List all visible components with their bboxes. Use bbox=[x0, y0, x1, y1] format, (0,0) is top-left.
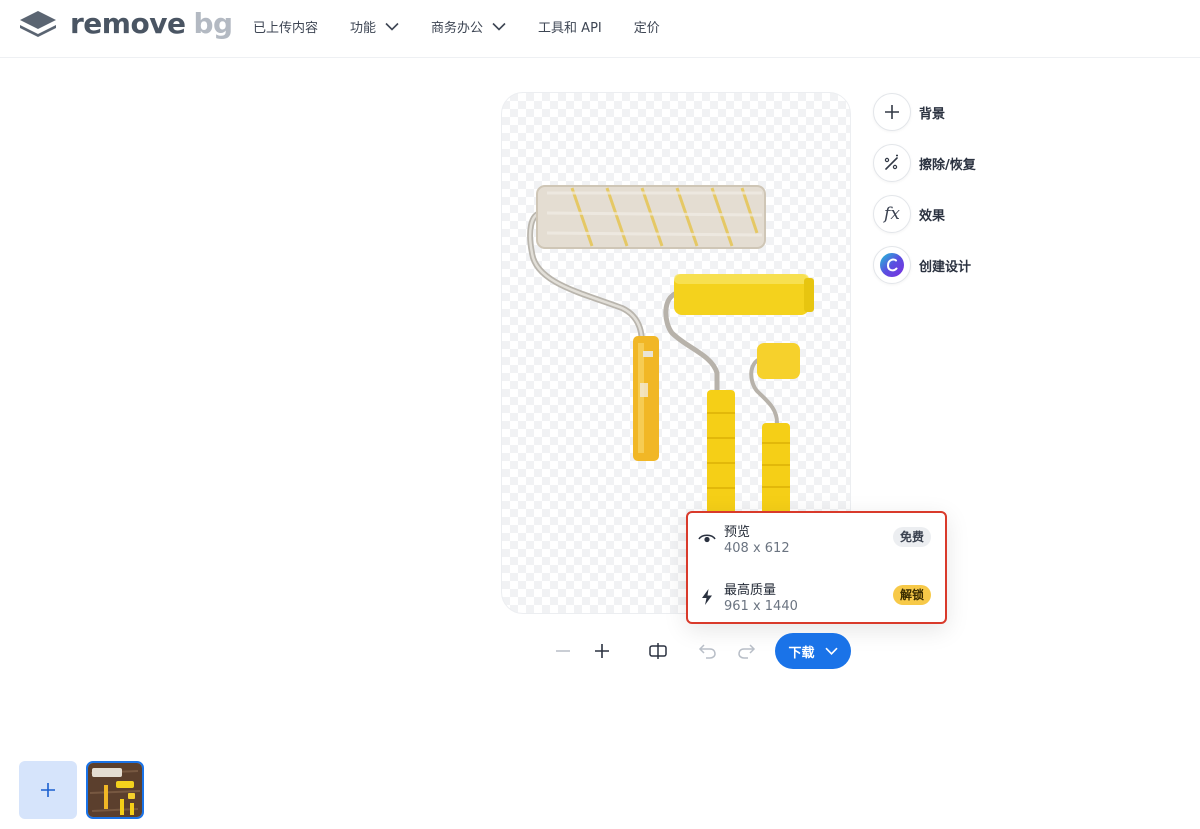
download-label: 下载 bbox=[788, 645, 815, 661]
max-quality-size: 961 x 1440 bbox=[724, 599, 798, 614]
main-nav: 已上传内容 功能 商务办公 工具和 API 定价 bbox=[253, 0, 692, 52]
zoom-out-button[interactable] bbox=[551, 639, 575, 663]
nav-business-label: 商务办公 bbox=[431, 20, 484, 36]
plus-icon bbox=[595, 644, 609, 658]
chevron-down-icon bbox=[824, 647, 838, 655]
small-roller bbox=[749, 343, 800, 518]
add-background-circle bbox=[873, 93, 911, 131]
preview-title: 预览 bbox=[724, 525, 751, 540]
chevron-down-icon bbox=[385, 22, 399, 31]
background-label: 背景 bbox=[919, 106, 946, 122]
plus-icon bbox=[885, 105, 899, 119]
download-button[interactable]: 下载 bbox=[775, 633, 851, 669]
undo-icon bbox=[698, 644, 716, 659]
nav-uploads-label: 已上传内容 bbox=[253, 20, 319, 36]
erase-restore-circle bbox=[873, 144, 911, 182]
zoom-in-button[interactable] bbox=[590, 639, 614, 663]
effects-label: 效果 bbox=[919, 208, 946, 224]
brand-logo[interactable]: remove bg bbox=[18, 9, 233, 39]
create-design-button[interactable]: 创建设计 bbox=[873, 245, 976, 285]
download-max-quality-option[interactable]: 最高质量 961 x 1440 解锁 bbox=[688, 575, 945, 627]
compare-button[interactable] bbox=[646, 639, 670, 663]
side-tools-panel: 背景 擦除/恢复 fx 效果 创建设计 bbox=[873, 92, 976, 296]
redo-icon bbox=[738, 644, 756, 659]
magic-brush-icon bbox=[884, 154, 898, 170]
brand-name-part1: remove bbox=[70, 7, 186, 40]
canva-logo-icon bbox=[880, 253, 904, 277]
max-quality-title: 最高质量 bbox=[724, 583, 777, 598]
minus-icon bbox=[556, 650, 570, 652]
nav-features-label: 功能 bbox=[350, 20, 377, 36]
create-design-circle bbox=[873, 246, 911, 284]
compare-icon bbox=[649, 643, 667, 659]
plus-icon bbox=[41, 783, 55, 797]
top-header: remove bg 已上传内容 功能 商务办公 工具和 API 定价 bbox=[0, 0, 1200, 58]
free-badge: 免费 bbox=[892, 527, 931, 547]
erase-restore-button[interactable]: 擦除/恢复 bbox=[873, 143, 976, 183]
eye-icon bbox=[698, 534, 716, 543]
nav-tools-api[interactable]: 工具和 API bbox=[538, 17, 602, 36]
nav-features[interactable]: 功能 bbox=[350, 17, 399, 36]
nav-tools-api-label: 工具和 API bbox=[538, 20, 602, 36]
upload-new-image-button[interactable] bbox=[19, 761, 77, 819]
erase-restore-label: 擦除/恢复 bbox=[919, 157, 976, 173]
logo-mark-icon bbox=[20, 11, 56, 37]
nav-pricing[interactable]: 定价 bbox=[634, 17, 660, 36]
brand-wordmark: remove bg bbox=[70, 9, 233, 39]
nav-business[interactable]: 商务办公 bbox=[431, 17, 506, 36]
download-options-menu: 预览 408 x 612 免费 最高质量 961 x 1440 解锁 bbox=[686, 511, 947, 624]
preview-size: 408 x 612 bbox=[724, 541, 790, 556]
download-preview-option[interactable]: 预览 408 x 612 免费 bbox=[688, 517, 945, 569]
chevron-down-icon bbox=[492, 22, 506, 31]
unlock-badge: 解锁 bbox=[892, 585, 931, 605]
image-thumbnail[interactable] bbox=[86, 761, 144, 819]
nav-pricing-label: 定价 bbox=[633, 20, 660, 36]
effects-button[interactable]: fx 效果 bbox=[873, 194, 976, 234]
effects-circle: fx bbox=[873, 195, 911, 233]
nav-uploads[interactable]: 已上传内容 bbox=[253, 17, 318, 36]
thumbnail-image bbox=[88, 763, 142, 817]
lightning-icon bbox=[702, 589, 712, 605]
medium-roller bbox=[663, 274, 814, 515]
redo-button[interactable] bbox=[734, 639, 758, 663]
undo-button[interactable] bbox=[696, 639, 720, 663]
add-background-button[interactable]: 背景 bbox=[873, 92, 976, 132]
editor-toolbar: 下载 bbox=[550, 633, 852, 669]
fx-icon: fx bbox=[884, 204, 900, 224]
brand-name-part2: bg bbox=[193, 7, 233, 40]
create-design-label: 创建设计 bbox=[919, 259, 972, 275]
